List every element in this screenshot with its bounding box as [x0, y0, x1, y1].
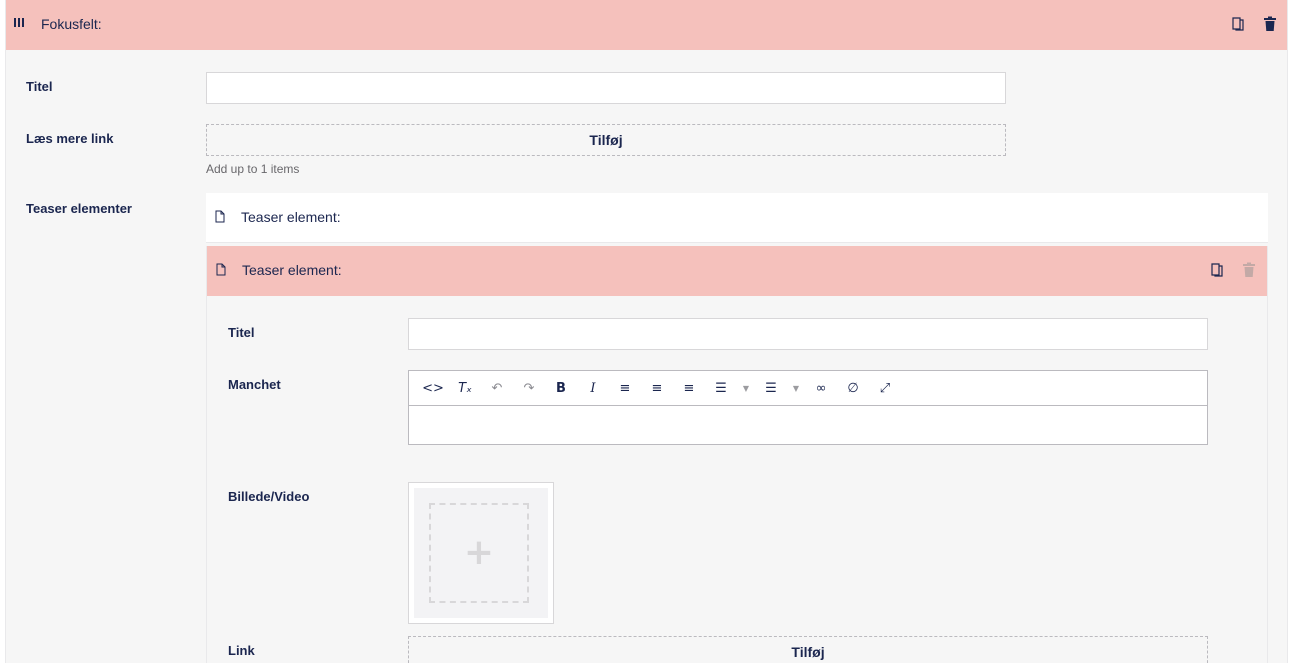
- copy-icon[interactable]: [1230, 16, 1248, 34]
- laes-mere-hint: Add up to 1 items: [206, 162, 300, 176]
- teaser-element-collapsed[interactable]: Teaser element:: [206, 193, 1268, 243]
- fokusfelt-header[interactable]: Fokusfelt:: [6, 0, 1287, 50]
- drag-handle-icon[interactable]: [14, 18, 24, 30]
- chevron-down-icon: ▼: [742, 383, 750, 393]
- teaser-element-open: Teaser element: Titel Manchet <> Tₓ ↶ ↷ …: [206, 246, 1268, 663]
- link-icon[interactable]: ∞: [805, 376, 837, 400]
- align-left-icon[interactable]: ≡: [609, 376, 641, 400]
- unlink-icon[interactable]: ∅: [837, 376, 869, 400]
- media-dropzone[interactable]: +: [429, 503, 529, 603]
- fokusfelt-block: Fokusfelt: Titel Læs mere link Tilføj Ad…: [5, 0, 1288, 663]
- trash-icon-disabled[interactable]: [1242, 262, 1260, 280]
- manchet-label: Manchet: [228, 377, 281, 392]
- titel-label: Titel: [26, 79, 53, 94]
- chevron-down-icon: ▼: [792, 383, 800, 393]
- bullet-list-caret-icon[interactable]: ▼: [737, 376, 755, 400]
- media-picker: +: [408, 482, 554, 624]
- copy-icon[interactable]: [1209, 262, 1227, 280]
- manchet-rich-text-editor: <> Tₓ ↶ ↷ B I ≡ ≡ ≡ ☰ ▼ ☰ ▼ ∞ ∅ ⤢: [408, 370, 1208, 445]
- bold-icon[interactable]: B: [545, 376, 577, 400]
- align-right-icon[interactable]: ≡: [673, 376, 705, 400]
- undo-icon[interactable]: ↶: [481, 376, 513, 400]
- trash-icon[interactable]: [1263, 16, 1281, 34]
- teaser-titel-input[interactable]: [408, 318, 1208, 350]
- manchet-editor-area[interactable]: [409, 406, 1207, 444]
- fullscreen-icon[interactable]: ⤢: [869, 376, 901, 400]
- teaser-titel-label: Titel: [228, 325, 255, 340]
- link-label: Link: [228, 643, 255, 658]
- bullet-list-icon[interactable]: ☰: [705, 376, 737, 400]
- italic-icon[interactable]: I: [577, 376, 609, 400]
- document-icon: [215, 210, 225, 226]
- laes-mere-add-button[interactable]: Tilføj: [206, 124, 1006, 156]
- align-center-icon[interactable]: ≡: [641, 376, 673, 400]
- fokusfelt-title: Fokusfelt:: [41, 16, 102, 32]
- clear-format-icon[interactable]: Tₓ: [449, 376, 481, 400]
- teaser-element-open-title: Teaser element:: [242, 262, 342, 278]
- teaser-elementer-label: Teaser elementer: [26, 201, 132, 216]
- link-add-button[interactable]: Tilføj: [408, 636, 1208, 663]
- numbered-list-caret-icon[interactable]: ▼: [787, 376, 805, 400]
- rte-toolbar: <> Tₓ ↶ ↷ B I ≡ ≡ ≡ ☰ ▼ ☰ ▼ ∞ ∅ ⤢: [409, 371, 1207, 406]
- media-add-area[interactable]: +: [414, 488, 548, 618]
- teaser-element-title: Teaser element:: [241, 209, 341, 225]
- document-icon: [216, 263, 226, 279]
- plus-icon: +: [463, 532, 495, 573]
- titel-input[interactable]: [206, 72, 1006, 104]
- billede-video-label: Billede/Video: [228, 489, 310, 504]
- source-code-icon[interactable]: <>: [417, 376, 449, 400]
- laes-mere-link-label: Læs mere link: [26, 131, 114, 146]
- numbered-list-icon[interactable]: ☰: [755, 376, 787, 400]
- redo-icon[interactable]: ↷: [513, 376, 545, 400]
- teaser-element-open-header[interactable]: Teaser element:: [207, 246, 1267, 296]
